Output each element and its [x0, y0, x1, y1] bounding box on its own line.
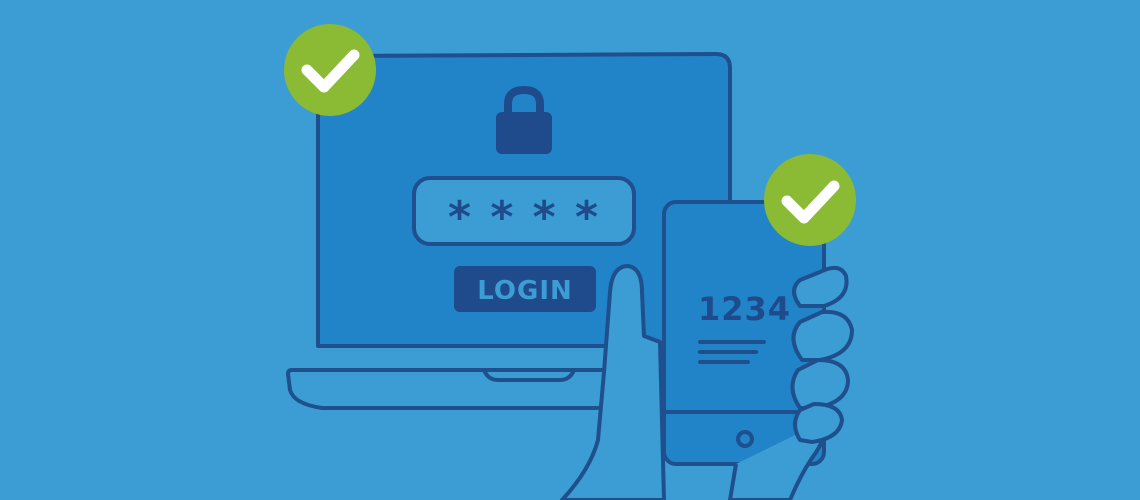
finger-2 [791, 309, 854, 362]
two-factor-illustration: * * * * LOGIN 1234 [0, 0, 1140, 500]
illustration-canvas: * * * * LOGIN 1234 [284, 24, 856, 500]
phone-checkmark-icon [764, 154, 856, 246]
laptop-checkmark-icon [284, 24, 376, 116]
password-mask: * * * * [448, 192, 600, 243]
login-button[interactable]: LOGIN [454, 266, 596, 312]
finger-4 [793, 402, 844, 444]
login-button-label: LOGIN [477, 276, 573, 306]
password-field[interactable]: * * * * [412, 176, 636, 246]
finger-3 [790, 358, 850, 410]
laptop-base [286, 368, 610, 410]
verification-code: 1234 [698, 290, 791, 328]
